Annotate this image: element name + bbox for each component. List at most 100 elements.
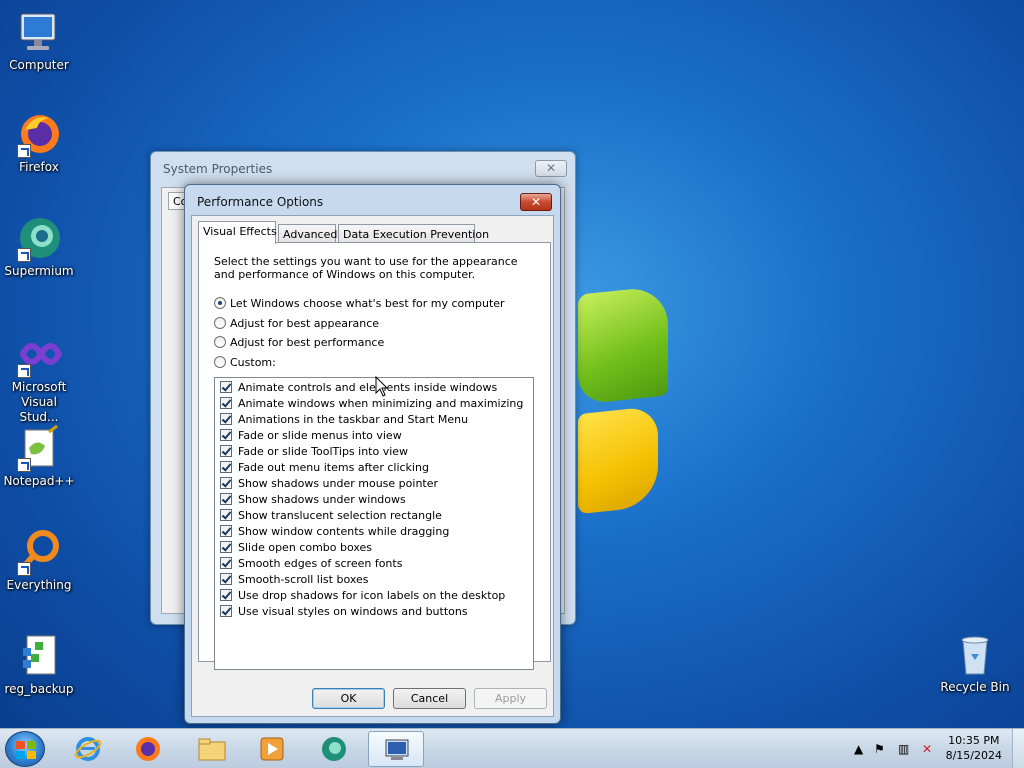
- option-animate-controls[interactable]: Animate controls and elements inside win…: [220, 379, 497, 395]
- radio-best-performance[interactable]: Adjust for best performance: [214, 335, 384, 349]
- taskbar-media-player[interactable]: [244, 731, 300, 767]
- radio-let-windows-choose[interactable]: Let Windows choose what's best for my co…: [214, 296, 505, 310]
- visual-studio-icon: [15, 330, 63, 378]
- shortcut-arrow-icon: [17, 458, 31, 472]
- option-visual-styles[interactable]: Use visual styles on windows and buttons: [220, 603, 468, 619]
- option-pointer-shadows[interactable]: Show shadows under mouse pointer: [220, 475, 438, 491]
- checkbox[interactable]: [220, 605, 232, 617]
- show-hidden-icons-icon[interactable]: ▲: [854, 742, 863, 756]
- radio-custom[interactable]: Custom:: [214, 355, 276, 369]
- shortcut-arrow-icon: [17, 562, 31, 576]
- desktop-icon-reg-backup[interactable]: reg_backup: [0, 632, 78, 697]
- ok-button[interactable]: OK: [312, 688, 385, 709]
- option-window-contents-dragging[interactable]: Show window contents while dragging: [220, 523, 449, 539]
- checkbox[interactable]: [220, 445, 232, 457]
- option-smooth-fonts[interactable]: Smooth edges of screen fonts: [220, 555, 402, 571]
- recycle-bin-icon: [951, 630, 999, 678]
- taskbar-system-properties[interactable]: [368, 731, 424, 767]
- radio-best-appearance[interactable]: Adjust for best appearance: [214, 316, 379, 330]
- tab-advanced[interactable]: Advanced: [278, 224, 337, 243]
- option-fade-tooltips[interactable]: Fade or slide ToolTips into view: [220, 443, 408, 459]
- radio-button[interactable]: [214, 356, 226, 368]
- apply-button[interactable]: Apply: [474, 688, 547, 709]
- start-button[interactable]: [5, 731, 45, 767]
- desktop-icon-visual-studio[interactable]: Microsoft Visual Stud...: [0, 330, 78, 425]
- option-label: Fade or slide ToolTips into view: [238, 444, 409, 458]
- checkbox[interactable]: [220, 589, 232, 601]
- option-translucent-selection[interactable]: Show translucent selection rectangle: [220, 507, 442, 523]
- option-fade-menus[interactable]: Fade or slide menus into view: [220, 427, 402, 443]
- visual-effects-panel: Select the settings you want to use for …: [198, 242, 551, 670]
- option-label: Fade or slide menus into view: [238, 428, 402, 442]
- checkbox[interactable]: [220, 509, 232, 521]
- cancel-button[interactable]: Cancel: [393, 688, 466, 709]
- desktop-icon-notepadpp[interactable]: Notepad++: [0, 424, 78, 489]
- network-icon[interactable]: ▥: [898, 742, 909, 756]
- option-label: Use drop shadows for icon labels on the …: [238, 588, 506, 602]
- desktop-icon-label: Microsoft Visual Stud...: [11, 380, 67, 424]
- desktop-icon-computer[interactable]: Computer: [0, 8, 78, 73]
- explorer-folder-icon: [198, 738, 226, 761]
- option-icon-label-shadows[interactable]: Use drop shadows for icon labels on the …: [220, 587, 505, 603]
- tab-visual-effects[interactable]: Visual Effects: [198, 221, 277, 244]
- option-label: Smooth edges of screen fonts: [238, 556, 403, 570]
- option-taskbar-animations[interactable]: Animations in the taskbar and Start Menu: [220, 411, 468, 427]
- taskbar-supermium[interactable]: [306, 731, 362, 767]
- computer-icon: [15, 8, 63, 56]
- checkbox[interactable]: [220, 557, 232, 569]
- taskbar-firefox[interactable]: [120, 731, 176, 767]
- radio-label: Adjust for best appearance: [230, 316, 380, 330]
- notepadpp-icon: [15, 424, 63, 472]
- checkbox[interactable]: [220, 573, 232, 585]
- option-label: Show translucent selection rectangle: [238, 508, 442, 522]
- option-label: Show shadows under windows: [238, 492, 406, 506]
- performance-options-dialog[interactable]: Performance Options ✕ Visual Effects Adv…: [184, 184, 561, 724]
- registry-file-icon: [15, 632, 63, 680]
- option-label: Smooth-scroll list boxes: [238, 572, 369, 586]
- volume-muted-icon[interactable]: ✕: [922, 742, 932, 756]
- checkbox[interactable]: [220, 413, 232, 425]
- window-title: System Properties: [163, 162, 273, 176]
- media-player-icon: [260, 737, 284, 761]
- checkbox[interactable]: [220, 493, 232, 505]
- internet-explorer-icon: [74, 737, 102, 761]
- checkbox[interactable]: [220, 541, 232, 553]
- option-label: Use visual styles on windows and buttons: [238, 604, 468, 618]
- desktop-icon-label: reg_backup: [4, 682, 74, 696]
- desktop-icon-firefox[interactable]: Firefox: [0, 110, 78, 175]
- tab-data-execution-prevention[interactable]: Data Execution Prevention: [338, 224, 489, 243]
- option-fade-menu-items[interactable]: Fade out menu items after clicking: [220, 459, 429, 475]
- option-window-shadows[interactable]: Show shadows under windows: [220, 491, 406, 507]
- everything-icon: [15, 528, 63, 576]
- checkbox[interactable]: [220, 461, 232, 473]
- firefox-icon: [15, 110, 63, 158]
- radio-button[interactable]: [214, 336, 226, 348]
- supermium-icon: [15, 214, 63, 262]
- firefox-icon: [136, 737, 160, 761]
- close-button[interactable]: ✕: [520, 193, 552, 211]
- show-desktop-button[interactable]: [1012, 729, 1024, 768]
- checkbox[interactable]: [220, 381, 232, 393]
- desktop-icon-supermium[interactable]: Supermium: [0, 214, 78, 279]
- taskbar-explorer[interactable]: [184, 731, 240, 767]
- visual-effects-list[interactable]: Animate controls and elements inside win…: [214, 377, 534, 670]
- desktop-icon-everything[interactable]: Everything: [0, 528, 78, 593]
- checkbox[interactable]: [220, 525, 232, 537]
- desktop-icon-recycle-bin[interactable]: Recycle Bin: [936, 630, 1014, 695]
- desktop-icon-label: Notepad++: [3, 474, 75, 488]
- clock[interactable]: 10:35 PM 8/15/2024: [946, 733, 1002, 763]
- radio-button[interactable]: [214, 317, 226, 329]
- action-center-flag-icon[interactable]: ⚑: [874, 742, 885, 756]
- taskbar-internet-explorer[interactable]: [60, 731, 116, 767]
- close-button[interactable]: ✕: [535, 160, 567, 177]
- option-smooth-scroll[interactable]: Smooth-scroll list boxes: [220, 571, 369, 587]
- checkbox[interactable]: [220, 397, 232, 409]
- radio-button[interactable]: [214, 297, 226, 309]
- desktop-icon-label: Supermium: [4, 264, 74, 278]
- checkbox[interactable]: [220, 477, 232, 489]
- option-animate-windows[interactable]: Animate windows when minimizing and maxi…: [220, 395, 523, 411]
- desktop-icon-label: Recycle Bin: [940, 680, 1010, 694]
- checkbox[interactable]: [220, 429, 232, 441]
- shortcut-arrow-icon: [17, 364, 31, 378]
- option-slide-combo-boxes[interactable]: Slide open combo boxes: [220, 539, 372, 555]
